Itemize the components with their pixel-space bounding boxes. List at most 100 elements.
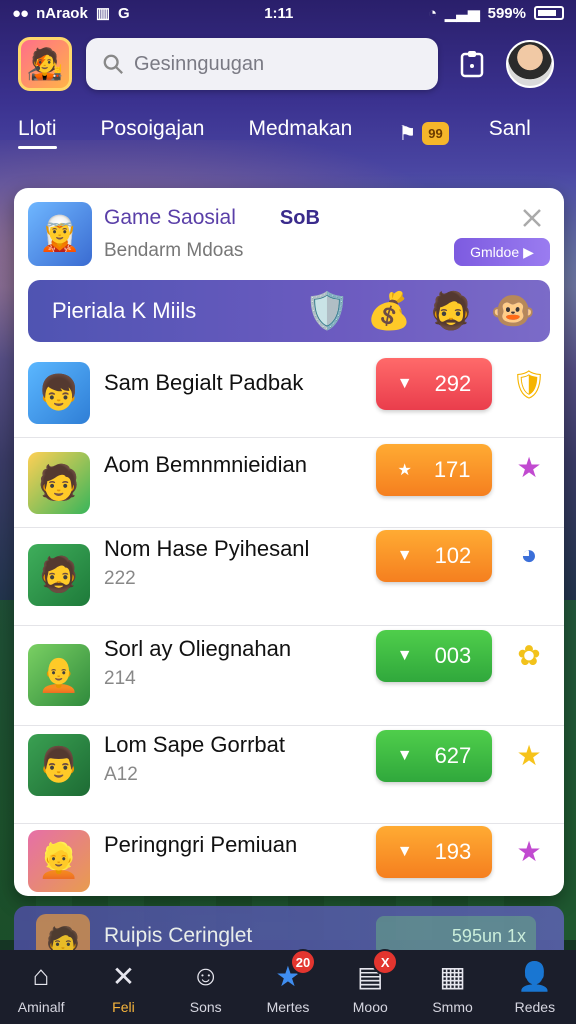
yellow-shield-icon[interactable]: 🛡 xyxy=(511,367,547,401)
flag-icon: ⚑ xyxy=(398,122,417,145)
pirate-icon: 🧔 xyxy=(428,290,474,331)
score-button[interactable]: ▼ 627 xyxy=(376,730,492,782)
list-item[interactable]: 🧔 Nom Hase Pyihesanl 222 ▼ 102 ◕ xyxy=(14,528,564,626)
notification-badge: 20 xyxy=(289,949,316,975)
nav-item-mooo[interactable]: ▤ X Mooo xyxy=(330,949,410,1015)
down-arrow-icon: ▼ xyxy=(396,843,413,860)
tools-icon: ✕ xyxy=(111,960,136,992)
card-header: 🧝 Game Saosial SoB Bendarm Mdoas Gmldoe … xyxy=(14,188,564,280)
tab-medmakan[interactable]: Medmakan xyxy=(248,117,352,149)
game-avatar[interactable]: 🧝 xyxy=(28,202,92,266)
player-sub: 222 xyxy=(104,568,136,589)
tab-posoigajan[interactable]: Posoigajan xyxy=(101,117,205,149)
player-sub: 214 xyxy=(104,668,136,689)
score-button[interactable]: ★ 171 xyxy=(376,444,492,496)
battery-icon xyxy=(533,6,564,20)
user-avatar[interactable] xyxy=(506,40,554,88)
nav-label: Mooo xyxy=(352,999,388,1015)
down-arrow-icon: ▼ xyxy=(396,375,413,392)
score-value: 627 xyxy=(434,743,472,768)
close-button[interactable] xyxy=(518,204,546,232)
nav-item-home[interactable]: ⌂ Aminalf xyxy=(1,959,81,1015)
player-sub: A12 xyxy=(104,764,138,785)
nav-label: Smmo xyxy=(432,999,473,1015)
face-icon: ☺ xyxy=(191,960,220,991)
open-button-label: Gmldoe xyxy=(470,244,520,260)
nav-item-smmo[interactable]: ▦ Smmo xyxy=(413,959,493,1016)
player-name: Sam Begialt Padbak xyxy=(104,370,304,395)
peek-title: Ruipis Ceringlet xyxy=(104,924,253,947)
score-value: 193 xyxy=(434,839,472,864)
home-icon: ⌂ xyxy=(32,960,50,991)
down-arrow-icon: ▼ xyxy=(396,747,413,764)
player-name: Aom Bemnmnieidian xyxy=(104,452,307,477)
score-value: 003 xyxy=(434,643,472,668)
nav-label: Aminalf xyxy=(17,999,65,1015)
signal-icon: ▁▃▅ xyxy=(445,5,480,22)
player-name: Lom Sape Gorrbat xyxy=(104,732,285,757)
wifi-icon: ◔ xyxy=(427,4,437,22)
nav-label: Sons xyxy=(189,999,222,1015)
tab-bar: Lloti Posoigajan Medmakan ⚑ 99 Sanl xyxy=(0,108,576,158)
nav-item-feli[interactable]: ✕ Feli xyxy=(83,959,163,1016)
player-avatar: 🧑‍🦲 xyxy=(28,644,90,706)
player-avatar: 🧔 xyxy=(28,544,90,606)
nav-label: Feli xyxy=(112,999,135,1015)
tab-sanl[interactable]: Sanl xyxy=(489,117,531,149)
list-item[interactable]: 👨 Lom Sape Gorrbat A12 ▼ 627 ★ xyxy=(14,726,564,824)
peek-pill-label: 595un 1x xyxy=(451,925,526,946)
down-arrow-icon: ▼ xyxy=(396,547,413,564)
battery-percent: 599% xyxy=(487,4,526,22)
yellow-star-icon[interactable]: ✿ xyxy=(512,638,546,672)
score-button[interactable]: ▼ 102 xyxy=(376,530,492,582)
purple-star-icon[interactable]: ★ xyxy=(512,834,546,868)
close-icon xyxy=(523,209,541,227)
down-arrow-icon: ▼ xyxy=(396,647,413,664)
mission-banner[interactable]: Pieriala K Miils 🛡️ 💰 🧔 🐵 xyxy=(28,280,550,342)
notification-badge: X xyxy=(372,949,399,975)
list-item[interactable]: 👱 Peringngri Pemiuan ▼ 193 ★ xyxy=(14,824,564,896)
bottom-nav: ⌂ Aminalf ✕ Feli ☺ Sons ★ 20 Mertes ▤ X … xyxy=(0,949,576,1024)
player-avatar: 👨 xyxy=(28,734,90,796)
player-avatar: 👱 xyxy=(28,830,90,892)
nav-item-mertes[interactable]: ★ 20 Mertes xyxy=(248,949,328,1015)
carrier-label: nAraok xyxy=(36,4,88,22)
nav-label: Redes xyxy=(514,999,556,1015)
star-arrow-icon: ★ xyxy=(397,462,412,479)
banner-icons: 🛡️ 💰 🧔 🐵 xyxy=(302,284,538,338)
play-icon: ▶ xyxy=(523,243,534,260)
list-item[interactable]: 🧑 Aom Bemnmnieidian ★ 171 ★ xyxy=(14,438,564,528)
list-item[interactable]: 👦 Sam Begialt Padbak ▼ 292 🛡 xyxy=(14,348,564,438)
status-bar: ●● nAraok ▥ G 1:11 ◔ ▁▃▅ 599% xyxy=(0,0,576,26)
tab-lloti[interactable]: Lloti xyxy=(18,117,57,149)
monkey-icon: 🐵 xyxy=(490,290,536,331)
card-subtitle: Bendarm Mdoas xyxy=(104,240,244,261)
nav-item-sons[interactable]: ☺ Sons xyxy=(166,959,246,1015)
list-item[interactable]: 🧑‍🦲 Sorl ay Oliegnahan 214 ▼ 003 ✿ xyxy=(14,626,564,726)
leaderboard-card: 🧝 Game Saosial SoB Bendarm Mdoas Gmldoe … xyxy=(14,188,564,896)
blue-orb-icon[interactable]: ◕ xyxy=(512,538,546,572)
grid-icon: ▥ xyxy=(95,5,110,22)
nav-item-redes[interactable]: 👤 Redes xyxy=(495,959,575,1016)
tab-rewards[interactable]: ⚑ 99 xyxy=(398,121,449,146)
purple-star-icon[interactable]: ★ xyxy=(512,450,546,484)
app-avatar[interactable]: 🧑‍🎤 xyxy=(18,37,72,91)
search-icon xyxy=(102,53,124,75)
player-name: Sorl ay Oliegnahan xyxy=(104,636,292,661)
score-button[interactable]: ▼ 193 xyxy=(376,826,492,878)
card-title: Game Saosial xyxy=(104,206,236,229)
open-button[interactable]: Gmldoe ▶ xyxy=(454,238,550,266)
player-name: Nom Hase Pyihesanl xyxy=(104,536,310,561)
search-bar[interactable] xyxy=(86,38,438,90)
score-button[interactable]: ▼ 003 xyxy=(376,630,492,682)
search-input[interactable] xyxy=(134,52,414,76)
treasure-icon: 💰 xyxy=(366,290,412,331)
score-value: 102 xyxy=(434,543,472,568)
top-bar: 🧑‍🎤 xyxy=(18,36,558,92)
clipboard-icon xyxy=(460,51,484,78)
notification-dots-icon: ●● xyxy=(12,4,29,22)
score-button[interactable]: ▼ 292 xyxy=(376,358,492,410)
gold-star-icon[interactable]: ★ xyxy=(512,738,546,772)
card-tag: SoB xyxy=(279,207,320,229)
clipboard-button[interactable] xyxy=(452,44,492,84)
